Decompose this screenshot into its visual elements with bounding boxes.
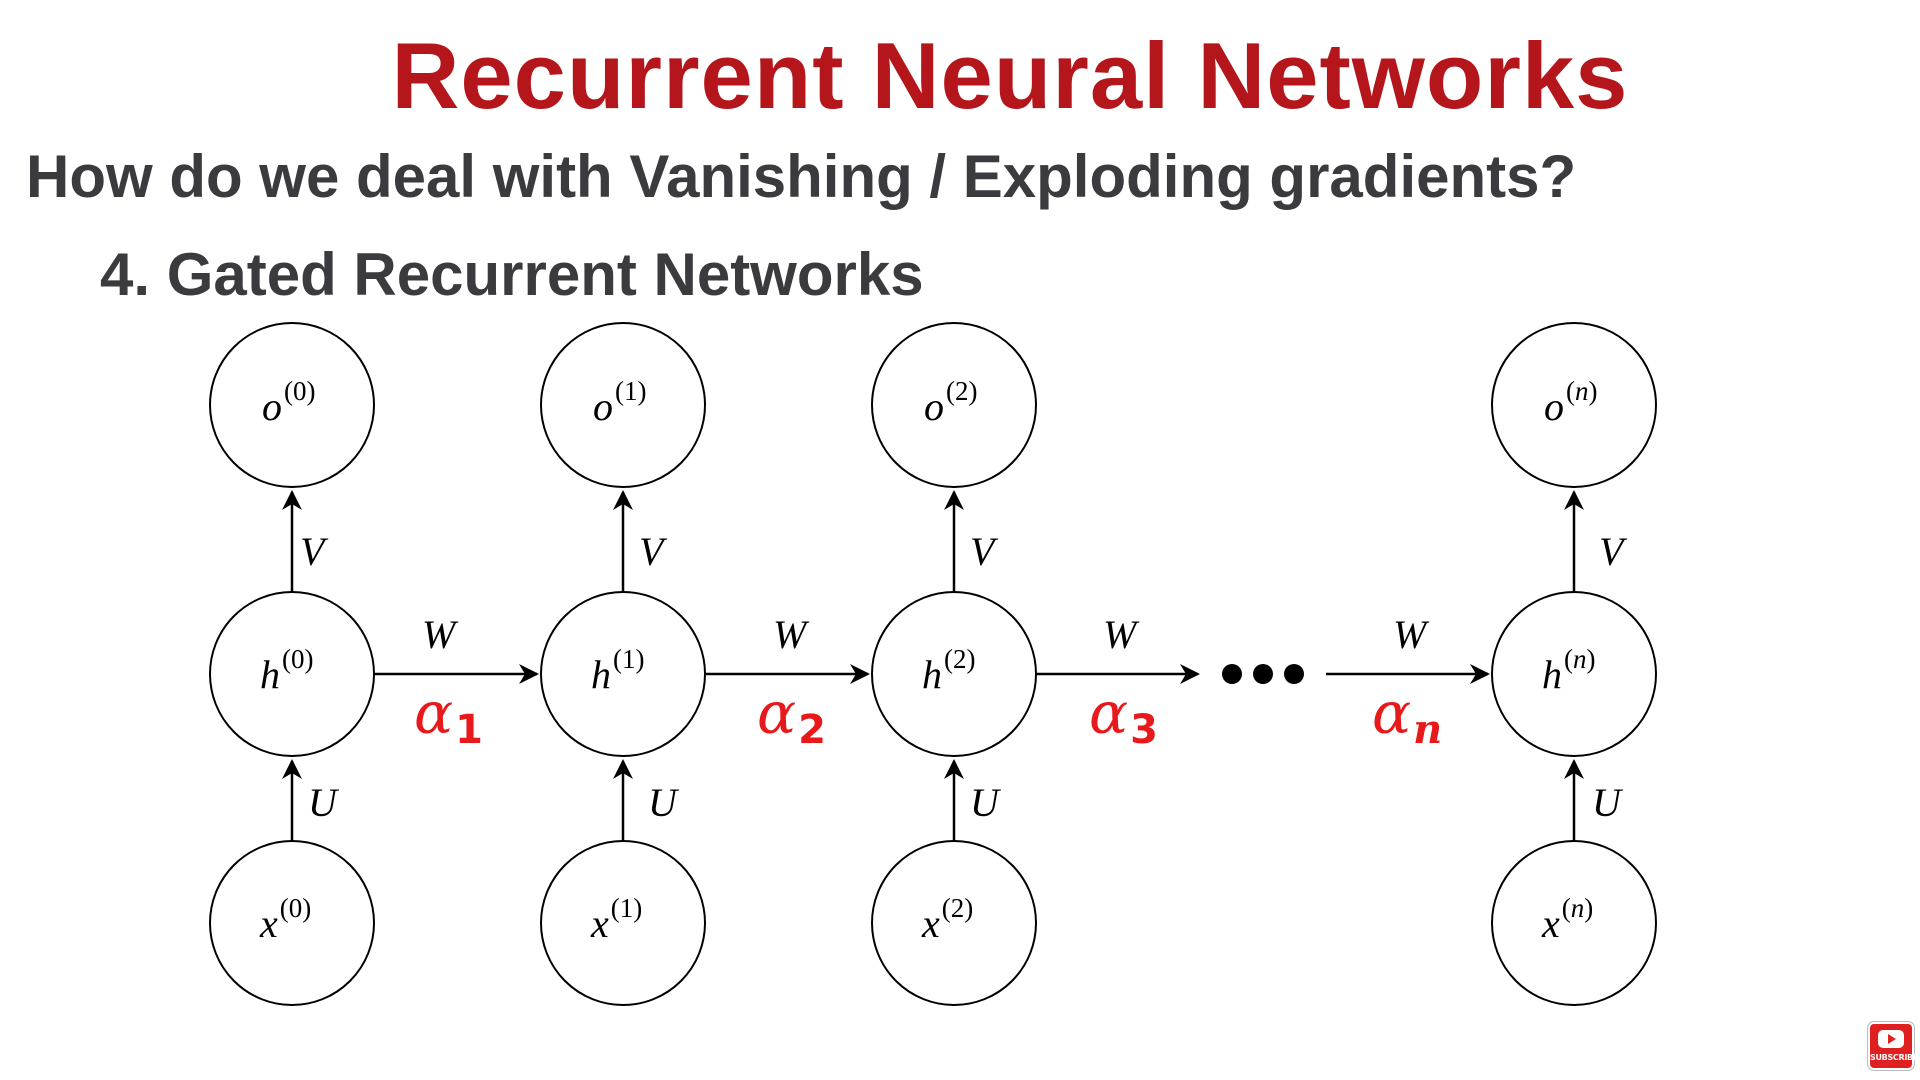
recurrent-weight-label: W (422, 612, 459, 657)
hidden-node-2 (871, 591, 1037, 757)
subscribe-badge[interactable]: SUBSCRIBE (1868, 1022, 1918, 1070)
recurrent-link-3: W α3 (1036, 612, 1200, 753)
rnn-column-1: o(1) V h(1) U x(1) (540, 322, 706, 1006)
rnn-column-0: o(0) V h(0) U x(0) (209, 322, 375, 1006)
recurrent-link-2: W α2 (705, 612, 870, 753)
hidden-node-1 (540, 591, 706, 757)
input-weight-label: U (308, 780, 340, 825)
input-node-n (1491, 840, 1657, 1006)
output-weight-label: V (1599, 529, 1628, 574)
input-weight-label: U (648, 780, 680, 825)
alpha-label: α3 (1089, 679, 1158, 753)
ellipsis-dot (1284, 664, 1304, 684)
ellipsis-dot (1253, 664, 1273, 684)
recurrent-link-n: W αn (1326, 612, 1490, 753)
input-node-0 (209, 840, 375, 1006)
ellipsis-dot (1222, 664, 1242, 684)
rnn-unrolled-diagram: o(0) V h(0) U x(0) o(1) V h(1) U x(1) o(… (209, 322, 1657, 1006)
rnn-column-2: o(2) V h(2) U x(2) (871, 322, 1037, 1006)
input-node-2 (871, 840, 1037, 1006)
rnn-column-n: o(n) V h(n) U x(n) (1491, 322, 1657, 1006)
ellipsis-dots (1222, 664, 1304, 684)
hidden-node-n (1491, 591, 1657, 757)
recurrent-weight-label: W (1103, 612, 1140, 657)
output-weight-label: V (300, 529, 329, 574)
alpha-label: α2 (757, 679, 826, 753)
alpha-label: α1 (414, 679, 483, 753)
hidden-node-0 (209, 591, 375, 757)
input-node-1 (540, 840, 706, 1006)
youtube-play-icon (1878, 1030, 1904, 1048)
alpha-label: αn (1372, 679, 1442, 753)
recurrent-weight-label: W (1393, 612, 1430, 657)
subscribe-label: SUBSCRIBE (1870, 1053, 1918, 1062)
recurrent-link-1: W α1 (374, 612, 539, 753)
output-weight-label: V (639, 529, 668, 574)
output-weight-label: V (970, 529, 999, 574)
input-weight-label: U (970, 780, 1002, 825)
input-weight-label: U (1592, 780, 1624, 825)
recurrent-weight-label: W (773, 612, 810, 657)
